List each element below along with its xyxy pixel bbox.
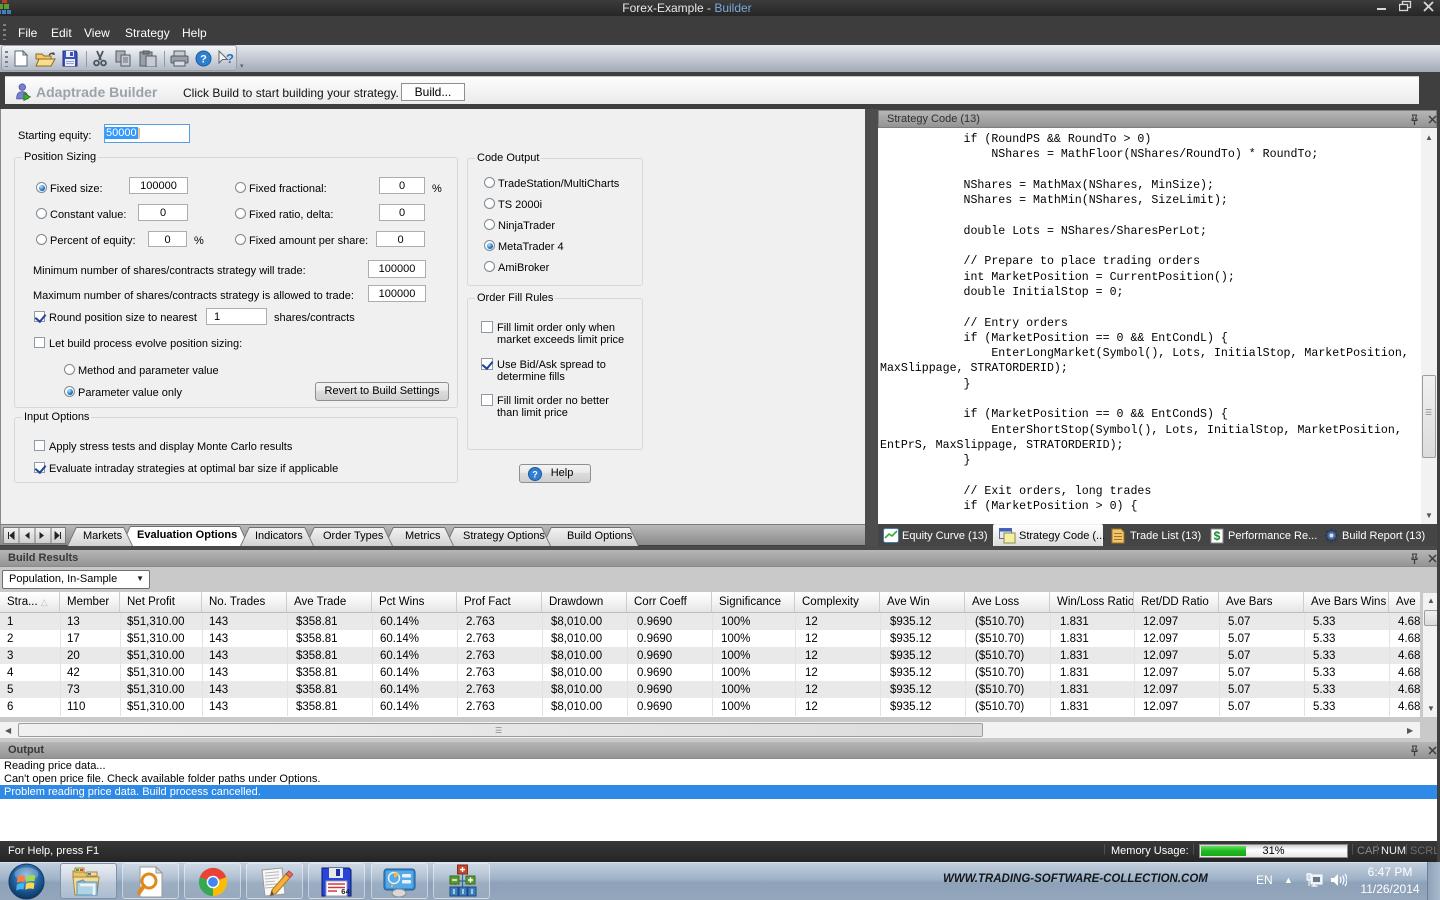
svg-text:?: ? — [226, 51, 234, 66]
svg-text:?: ? — [532, 470, 538, 480]
svg-text:$: $ — [1214, 529, 1221, 543]
svg-text:?: ? — [200, 54, 207, 66]
svg-text:64: 64 — [341, 889, 351, 897]
